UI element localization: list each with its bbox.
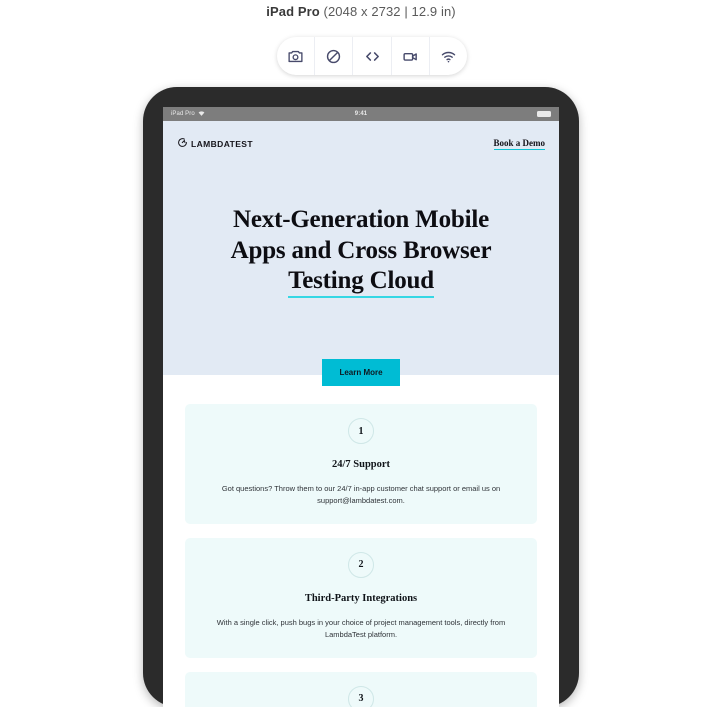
screenshot-icon — [287, 48, 304, 65]
card-number-badge: 1 — [348, 418, 374, 444]
hero-title: Next-Generation Mobile Apps and Cross Br… — [185, 205, 537, 297]
feature-cards: 1 24/7 Support Got questions? Throw them… — [163, 386, 559, 707]
status-time: 9:41 — [355, 111, 367, 117]
hero-title-line-3: Testing Cloud — [288, 267, 434, 298]
status-wifi-icon — [198, 110, 205, 119]
video-camera-icon — [402, 48, 419, 65]
hero-title-line-1: Next-Generation Mobile — [233, 206, 489, 233]
status-carrier: iPad Pro — [171, 111, 195, 117]
device-screen[interactable]: iPad Pro 9:41 — [163, 107, 559, 707]
device-specs: (2048 x 2732 | 12.9 in) — [324, 4, 456, 19]
device-name: iPad Pro — [266, 4, 320, 19]
disable-css-button[interactable] — [315, 37, 353, 75]
ipad-pro-frame: iPad Pro 9:41 — [143, 87, 579, 707]
cta-container: Learn More — [163, 359, 559, 386]
feature-card: 2 Third-Party Integrations With a single… — [185, 538, 537, 658]
card-body: With a single click, push bugs in your c… — [207, 617, 515, 642]
hero-content: Next-Generation Mobile Apps and Cross Br… — [163, 153, 559, 375]
card-number-badge: 2 — [348, 552, 374, 578]
code-brackets-icon — [364, 48, 381, 65]
lambdatest-logo[interactable]: LAMBDATEST — [177, 135, 253, 153]
feature-card: 1 24/7 Support Got questions? Throw them… — [185, 404, 537, 524]
hero-section: LAMBDATEST Book a Demo Next-Generation M… — [163, 121, 559, 375]
record-video-button[interactable] — [392, 37, 430, 75]
disable-css-icon — [325, 48, 342, 65]
device-label: iPad Pro (2048 x 2732 | 12.9 in) — [0, 4, 722, 19]
inspect-code-button[interactable] — [353, 37, 391, 75]
feature-card: 3 — [185, 672, 537, 707]
book-a-demo-link[interactable]: Book a Demo — [494, 138, 546, 150]
lambdatest-wordmark: LAMBDATEST — [191, 139, 253, 149]
card-title: 24/7 Support — [201, 459, 521, 470]
learn-more-button[interactable]: Learn More — [322, 359, 399, 386]
screenshot-button[interactable] — [277, 37, 315, 75]
card-number-badge: 3 — [348, 686, 374, 707]
ios-status-bar: iPad Pro 9:41 — [163, 107, 559, 121]
network-throttle-button[interactable] — [430, 37, 467, 75]
status-battery-icon — [537, 111, 551, 117]
card-body: Got questions? Throw them to our 24/7 in… — [207, 483, 515, 508]
device-toolbar — [277, 37, 467, 75]
wifi-icon — [440, 48, 457, 65]
hero-title-line-2: Apps and Cross Browser — [231, 237, 492, 264]
site-header: LAMBDATEST Book a Demo — [163, 131, 559, 153]
card-title: Third-Party Integrations — [201, 593, 521, 604]
lambdatest-mark-icon — [177, 135, 188, 153]
